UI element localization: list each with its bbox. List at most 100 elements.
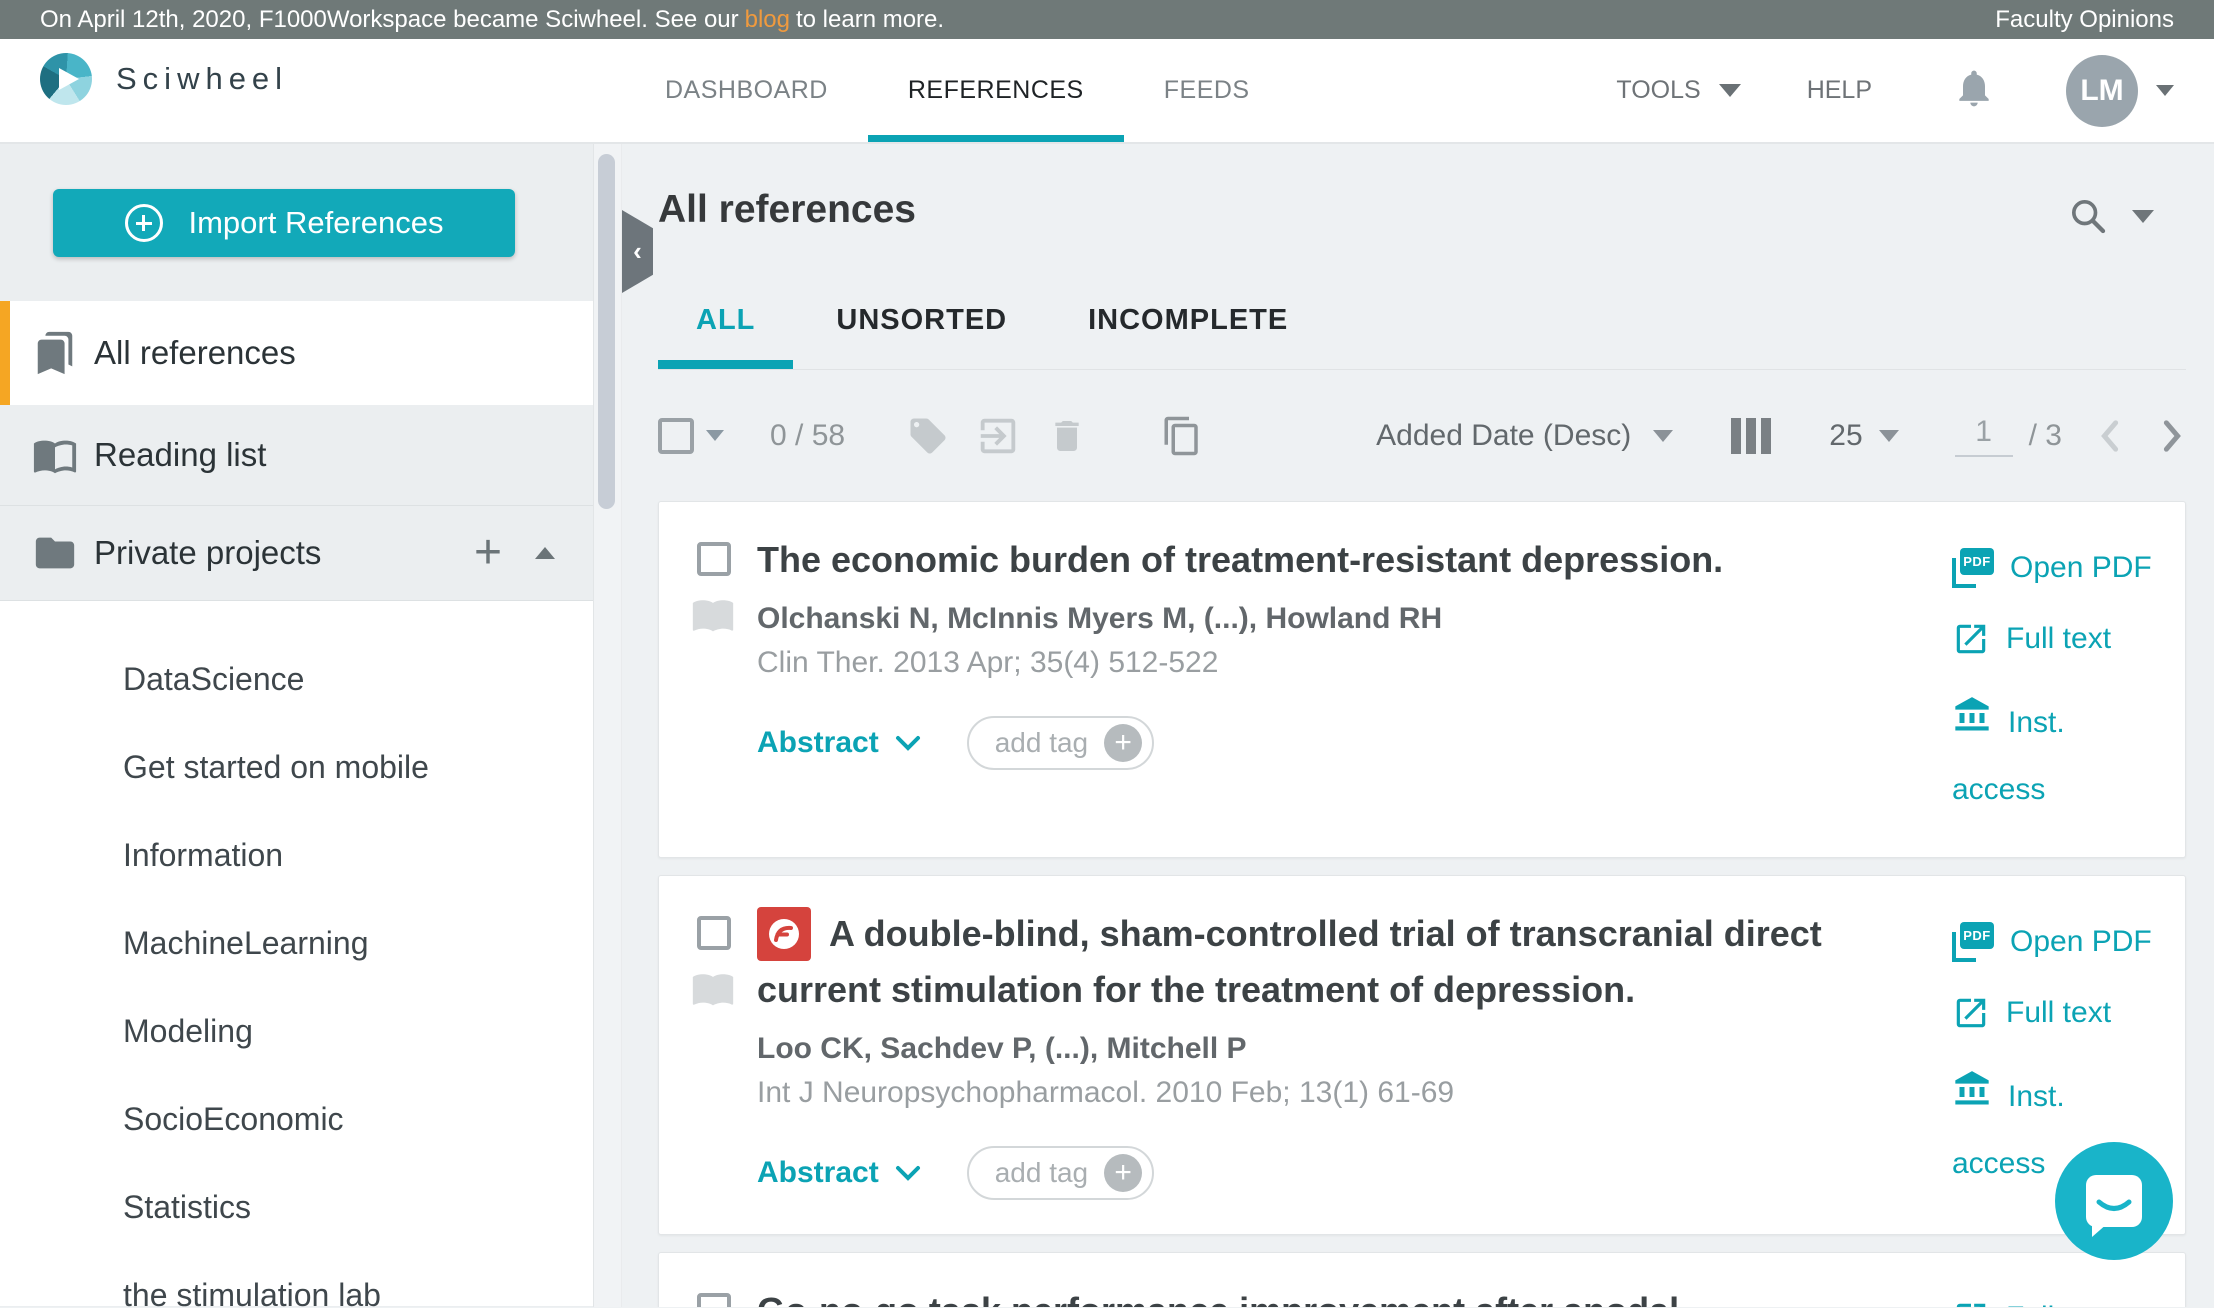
institution-icon <box>1952 1065 1992 1131</box>
chevron-down-icon <box>1653 430 1673 442</box>
user-menu-chevron-icon[interactable] <box>2156 85 2174 96</box>
user-avatar[interactable]: LM <box>2066 55 2138 127</box>
help-label: HELP <box>1807 76 1872 105</box>
faculty-opinions-label[interactable]: Faculty Opinions <box>1995 6 2174 34</box>
scrollbar-thumb[interactable] <box>598 154 615 509</box>
reference-title[interactable]: A double-blind, sham-controlled trial of… <box>757 908 1952 1015</box>
add-tag-label: add tag <box>995 727 1088 759</box>
external-link-icon <box>1952 994 1990 1032</box>
brand[interactable]: Sciwheel <box>40 53 288 105</box>
bookmark-icon <box>32 330 78 376</box>
page-total: / 3 <box>2029 419 2062 453</box>
chat-support-button[interactable] <box>2055 1142 2173 1260</box>
reference-title[interactable]: Go-no-go task performance improvement af… <box>757 1285 1952 1307</box>
header-right: TOOLS HELP LM <box>1616 39 2174 142</box>
full-text-link[interactable]: Full text <box>1952 994 2157 1032</box>
tab-unsorted[interactable]: UNSORTED <box>798 272 1045 369</box>
project-item-datascience[interactable]: DataScience <box>0 635 593 723</box>
chevron-down-icon <box>1879 430 1899 442</box>
project-item-stimulation-lab[interactable]: the stimulation lab <box>0 1251 593 1308</box>
chat-bubble-icon <box>2086 1175 2142 1227</box>
folder-icon <box>32 530 78 576</box>
reference-card: The economic burden of treatment-resista… <box>658 501 2186 858</box>
sidebar-item-label: Private projects <box>94 534 321 572</box>
project-item-get-started[interactable]: Get started on mobile <box>0 723 593 811</box>
reading-list-book-icon[interactable] <box>691 966 735 1015</box>
tag-icon[interactable] <box>907 415 949 457</box>
open-pdf-link[interactable]: PDF Open PDF <box>1952 922 2157 962</box>
page-title: All references <box>658 188 2186 232</box>
reference-checkbox[interactable] <box>697 916 731 950</box>
sort-dropdown[interactable]: Added Date (Desc) <box>1376 419 1673 453</box>
toolbar-right: Added Date (Desc) 25 1 / 3 <box>1376 415 2186 457</box>
open-pdf-link[interactable]: PDF Open PDF <box>1952 548 2157 588</box>
nav-feeds[interactable]: FEEDS <box>1124 39 1290 142</box>
sidebar-scrollbar[interactable] <box>593 144 622 1307</box>
add-project-button[interactable]: + <box>474 529 502 577</box>
full-text-label: Full text <box>2006 1301 2111 1307</box>
add-tag-label: add tag <box>995 1157 1088 1189</box>
search-options-chevron-icon[interactable] <box>2132 210 2154 223</box>
bulk-action-icons <box>907 413 1229 459</box>
collapse-projects-chevron-icon[interactable] <box>535 547 555 559</box>
import-references-button[interactable]: Import References <box>53 189 515 257</box>
project-item-information[interactable]: Information <box>0 811 593 899</box>
column-view-icon[interactable] <box>1731 418 1771 454</box>
add-tag-button[interactable]: add tag + <box>967 716 1154 770</box>
project-item-socioeconomic[interactable]: SocioEconomic <box>0 1075 593 1163</box>
card-actions: Full text <box>1952 1293 2157 1307</box>
nav-dashboard[interactable]: DASHBOARD <box>625 39 868 142</box>
projects-panel: DataScience Get started on mobile Inform… <box>0 601 593 1306</box>
reference-checkbox[interactable] <box>697 1293 731 1307</box>
full-text-link[interactable]: Full text <box>1952 1299 2157 1307</box>
search-cluster <box>2068 196 2154 236</box>
nav-references[interactable]: REFERENCES <box>868 39 1124 142</box>
notifications-bell-icon[interactable] <box>1952 66 1996 115</box>
full-text-label: Full text <box>2006 996 2111 1030</box>
reference-checkbox[interactable] <box>697 542 731 576</box>
search-icon[interactable] <box>2068 196 2108 236</box>
full-text-link[interactable]: Full text <box>1952 620 2157 658</box>
reference-title[interactable]: The economic burden of treatment-resista… <box>757 534 1952 586</box>
project-item-machinelearning[interactable]: MachineLearning <box>0 899 593 987</box>
project-item-statistics[interactable]: Statistics <box>0 1163 593 1251</box>
prev-page-chevron-icon[interactable] <box>2096 419 2124 453</box>
project-item-modeling[interactable]: Modeling <box>0 987 593 1075</box>
copy-icon[interactable] <box>1161 415 1203 457</box>
add-tag-button[interactable]: add tag + <box>967 1146 1154 1200</box>
sidebar-collapse-handle[interactable]: ‹ <box>622 210 653 293</box>
institutional-access-link[interactable]: Inst. access <box>1952 690 2157 823</box>
card-actions: PDF Open PDF Full text Inst. access <box>1952 542 2157 823</box>
main-content: ‹ All references ALL UNSORTED INCOMPLETE… <box>622 144 2214 1307</box>
app-header: Sciwheel DASHBOARD REFERENCES FEEDS TOOL… <box>0 39 2214 144</box>
tabs: ALL UNSORTED INCOMPLETE <box>658 272 2186 370</box>
tab-all[interactable]: ALL <box>658 272 793 369</box>
main-nav: DASHBOARD REFERENCES FEEDS <box>625 39 1290 142</box>
trash-icon[interactable] <box>1047 416 1087 456</box>
reference-citation: Int J Neuropsychopharmacol. 2010 Feb; 13… <box>757 1076 1952 1110</box>
sidebar: Import References All references Reading… <box>0 144 593 1307</box>
page-number-input[interactable]: 1 <box>1955 415 2013 457</box>
page-size-dropdown[interactable]: 25 <box>1829 419 1898 453</box>
reading-list-book-icon[interactable] <box>691 592 735 641</box>
tools-menu[interactable]: TOOLS <box>1616 76 1740 105</box>
sidebar-item-all-references[interactable]: All references <box>0 301 593 405</box>
abstract-toggle[interactable]: Abstract <box>757 726 921 760</box>
chevron-down-icon <box>895 734 921 752</box>
move-to-project-icon[interactable] <box>975 413 1021 459</box>
plus-icon: + <box>1104 1154 1142 1192</box>
sidebar-item-label: All references <box>94 334 296 372</box>
abstract-toggle[interactable]: Abstract <box>757 1156 921 1190</box>
sidebar-item-reading-list[interactable]: Reading list <box>0 405 593 506</box>
sidebar-item-label: Reading list <box>94 436 266 474</box>
banner-message: On April 12th, 2020, F1000Workspace beca… <box>40 6 739 34</box>
select-all-checkbox[interactable] <box>658 418 694 454</box>
select-options-chevron-icon[interactable] <box>706 430 724 441</box>
sidebar-item-private-projects[interactable]: Private projects + <box>0 506 593 601</box>
help-menu[interactable]: HELP <box>1807 76 1872 105</box>
tab-incomplete[interactable]: INCOMPLETE <box>1050 272 1326 369</box>
blog-link[interactable]: blog <box>745 6 790 34</box>
next-page-chevron-icon[interactable] <box>2158 419 2186 453</box>
open-pdf-label: Open PDF <box>2010 925 2152 959</box>
plus-circle-icon <box>125 204 163 242</box>
